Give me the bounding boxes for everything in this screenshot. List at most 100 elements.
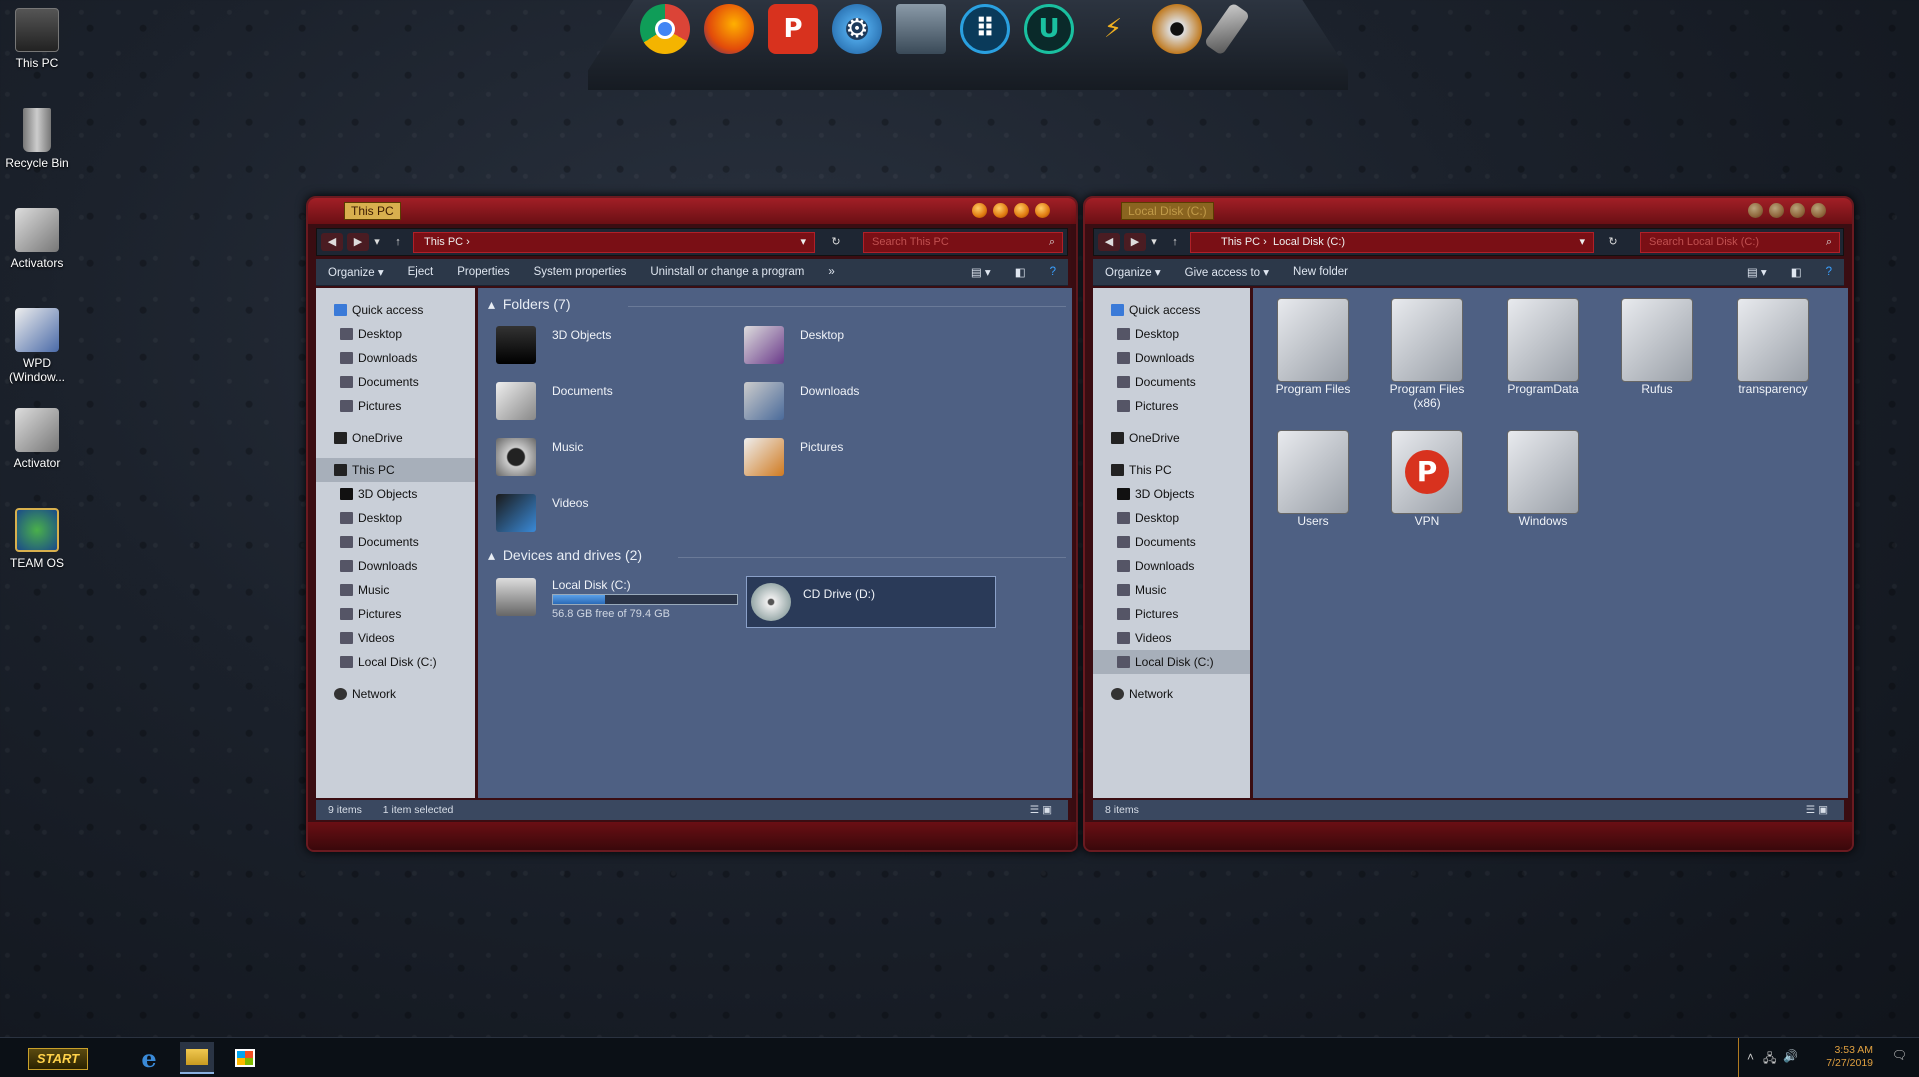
breadcrumb-root[interactable]: This PC (1221, 236, 1260, 248)
nav-qa-pictures[interactable]: Pictures (1093, 394, 1250, 418)
folder-program-files-x86[interactable]: Program Files (x86) (1381, 298, 1473, 410)
chevron-up-icon[interactable]: ˄ (1747, 1050, 1754, 1064)
search-icon[interactable]: ⌕ (1818, 233, 1840, 251)
nav-qa-documents[interactable]: Documents (1093, 370, 1250, 394)
folder-vpn[interactable]: P VPN (1381, 430, 1473, 528)
nav-this-pc[interactable]: This PC (1093, 458, 1250, 482)
view-options-icon[interactable]: ▤ ▾ (959, 265, 1003, 279)
nav-this-pc[interactable]: This PC (316, 458, 475, 482)
search-input[interactable]: Search This PC (863, 232, 1063, 253)
nav-pictures[interactable]: Pictures (1093, 602, 1250, 626)
folder-users[interactable]: Users (1267, 430, 1359, 528)
help-icon[interactable]: ? (1038, 266, 1068, 278)
nav-quick-access[interactable]: Quick access (316, 298, 475, 322)
folder-programdata[interactable]: ProgramData (1497, 298, 1589, 396)
desktop-icon-wpd[interactable]: WPD (Window... (4, 308, 70, 384)
more-commands-button[interactable]: » (816, 266, 846, 278)
network-status-icon[interactable]: 🖧 (1763, 1049, 1776, 1070)
firefox-icon[interactable] (704, 4, 754, 54)
view-toggle-icons[interactable]: ☰ ▣ (1806, 800, 1828, 820)
search-icon[interactable]: ⌕ (1041, 233, 1063, 251)
nav-3d-objects[interactable]: 3D Objects (316, 482, 475, 506)
preview-pane-icon[interactable]: ◧ (1003, 265, 1038, 279)
drive-cd-d-selected[interactable]: CD Drive (D:) (746, 576, 996, 628)
organize-menu[interactable]: Organize ▾ (1093, 265, 1173, 279)
view-toggle-icons[interactable]: ☰ ▣ (1030, 800, 1052, 820)
nav-downloads[interactable]: Downloads (316, 554, 475, 578)
nav-quick-access[interactable]: Quick access (1093, 298, 1250, 322)
eject-button[interactable]: Eject (396, 266, 446, 278)
help-icon[interactable]: ? (1814, 266, 1844, 278)
desktop-icon-activators[interactable]: Activators (4, 208, 70, 270)
nav-network[interactable]: Network (1093, 682, 1250, 706)
system-properties-button[interactable]: System properties (522, 266, 639, 278)
nav-onedrive[interactable]: OneDrive (1093, 426, 1250, 450)
properties-button[interactable]: Properties (445, 266, 521, 278)
nav-documents[interactable]: Documents (1093, 530, 1250, 554)
nav-3d-objects[interactable]: 3D Objects (1093, 482, 1250, 506)
address-bar[interactable]: This PC › ▾ (413, 232, 815, 253)
nav-music[interactable]: Music (1093, 578, 1250, 602)
folder-transparency[interactable]: transparency (1727, 298, 1819, 396)
close-button[interactable] (1035, 203, 1050, 218)
folder-rufus[interactable]: Rufus (1611, 298, 1703, 396)
preview-pane-icon[interactable]: ◧ (1779, 265, 1814, 279)
nav-network[interactable]: Network (316, 682, 475, 706)
give-access-menu[interactable]: Give access to ▾ (1173, 265, 1281, 279)
start-button[interactable]: START (28, 1048, 88, 1070)
uplay-icon[interactable]: U (1024, 4, 1074, 54)
nav-videos[interactable]: Videos (316, 626, 475, 650)
address-bar[interactable]: This PC › Local Disk (C:) ▾ (1190, 232, 1594, 253)
nav-qa-desktop[interactable]: Desktop (316, 322, 475, 346)
clock[interactable]: 3:53 AM 7/27/2019 (1826, 1044, 1873, 1070)
search-input[interactable]: Search Local Disk (C:) (1640, 232, 1840, 253)
minimize-button[interactable] (993, 203, 1008, 218)
new-folder-button[interactable]: New folder (1281, 266, 1360, 278)
breadcrumb[interactable]: This PC (424, 236, 463, 248)
title-bar[interactable]: This PC (308, 198, 1076, 224)
volume-icon[interactable]: 🔊 (1783, 1049, 1798, 1063)
help-button[interactable] (1748, 203, 1763, 218)
folder-windows[interactable]: Windows (1497, 430, 1589, 528)
maximize-button[interactable] (1790, 203, 1805, 218)
nav-videos[interactable]: Videos (1093, 626, 1250, 650)
nav-pictures[interactable]: Pictures (316, 602, 475, 626)
recent-locations-chevron-icon[interactable]: ▾ (1148, 233, 1160, 251)
chevron-down-icon[interactable]: ▾ (1579, 233, 1585, 252)
notifications-icon[interactable]: 🗨 (1892, 1048, 1907, 1062)
system-monitor-icon[interactable] (896, 4, 946, 54)
nav-qa-documents[interactable]: Documents (316, 370, 475, 394)
up-arrow-icon[interactable]: ↑ (1164, 233, 1186, 251)
back-button[interactable]: ◀ (321, 233, 343, 251)
recent-locations-chevron-icon[interactable]: ▾ (371, 233, 383, 251)
drive-local-disk-c[interactable]: Local Disk (C:) 56.8 GB free of 79.4 GB (496, 578, 738, 624)
close-button[interactable] (1811, 203, 1826, 218)
desktop-icon-this-pc[interactable]: This PC (4, 8, 70, 70)
lightning-icon[interactable]: ⚡ (1088, 4, 1138, 54)
view-options-icon[interactable]: ▤ ▾ (1735, 265, 1779, 279)
nav-qa-downloads[interactable]: Downloads (316, 346, 475, 370)
up-arrow-icon[interactable]: ↑ (387, 233, 409, 251)
refresh-icon[interactable]: ↻ (1602, 233, 1624, 251)
help-button[interactable] (972, 203, 987, 218)
forward-button[interactable]: ▶ (1124, 233, 1146, 251)
folders-group-header[interactable]: ▴ Folders (7) (488, 296, 571, 313)
chevron-down-icon[interactable]: ▾ (800, 233, 806, 252)
disc-icon[interactable] (1152, 4, 1202, 54)
nav-local-disk[interactable]: Local Disk (C:) (1093, 650, 1250, 674)
minimize-button[interactable] (1769, 203, 1784, 218)
folder-program-files[interactable]: Program Files (1267, 298, 1359, 396)
nav-qa-desktop[interactable]: Desktop (1093, 322, 1250, 346)
back-button[interactable]: ◀ (1098, 233, 1120, 251)
forward-button[interactable]: ▶ (347, 233, 369, 251)
drives-group-header[interactable]: ▴ Devices and drives (2) (488, 547, 642, 564)
launcher-icon[interactable]: ⠿ (960, 4, 1010, 54)
edge-icon[interactable]: e (132, 1042, 166, 1074)
nav-qa-downloads[interactable]: Downloads (1093, 346, 1250, 370)
settings-gear-icon[interactable]: ⚙ (832, 4, 882, 54)
uninstall-program-button[interactable]: Uninstall or change a program (638, 266, 816, 278)
breadcrumb-leaf[interactable]: Local Disk (C:) (1273, 236, 1345, 248)
nav-downloads[interactable]: Downloads (1093, 554, 1250, 578)
nav-music[interactable]: Music (316, 578, 475, 602)
store-icon[interactable] (228, 1042, 262, 1074)
